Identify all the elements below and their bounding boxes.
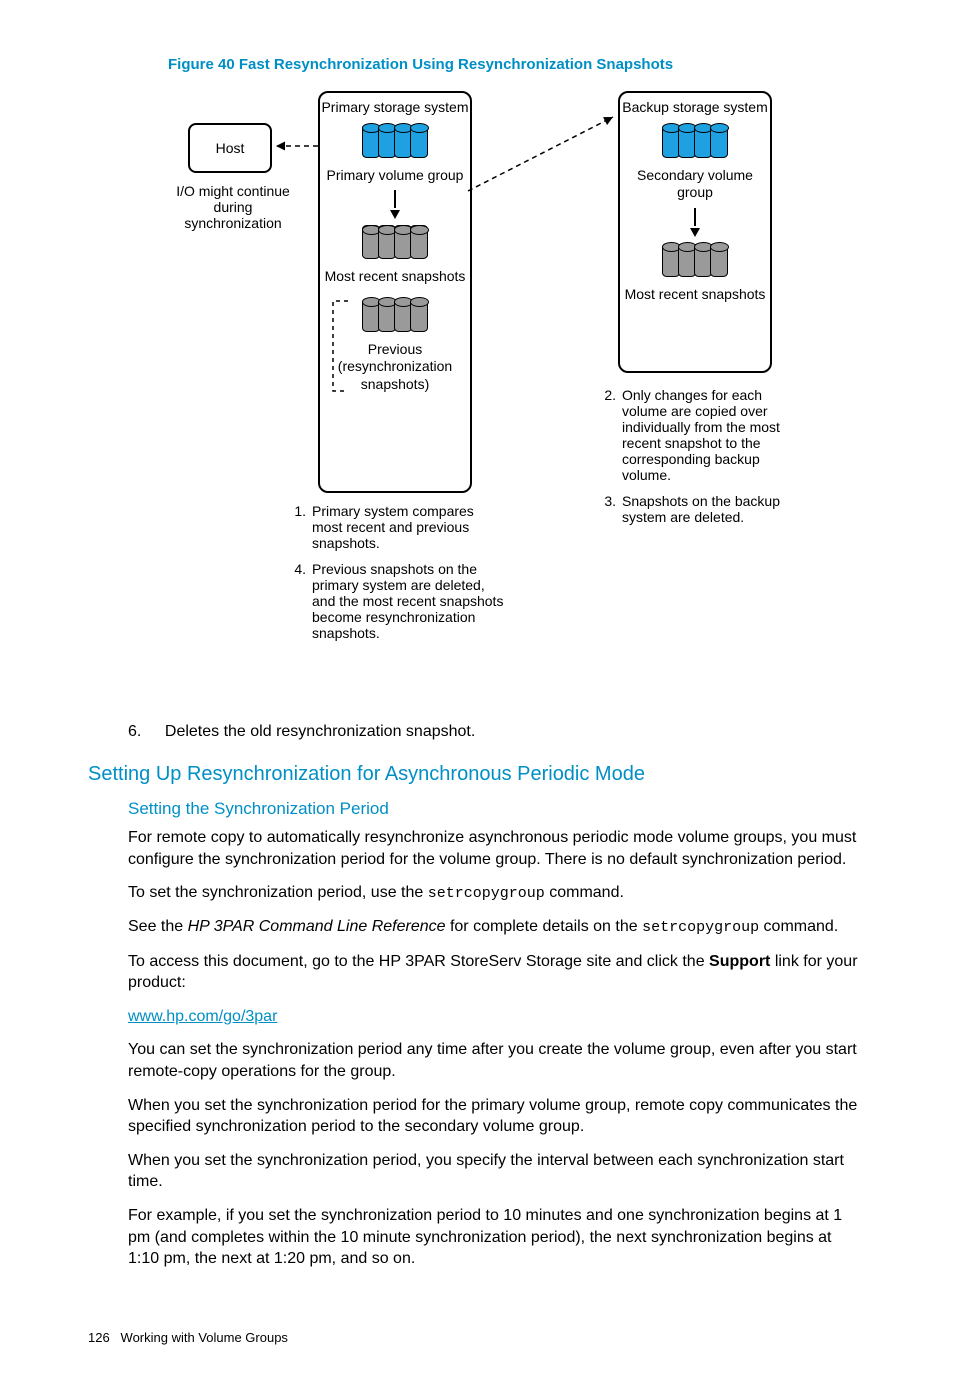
paragraph-5: You can set the synchronization period a…	[128, 1039, 866, 1082]
p2-b: command.	[545, 884, 624, 901]
diagram: Host I/O might continue during synchroni…	[168, 91, 888, 703]
hp-link[interactable]: www.hp.com/go/3par	[128, 1008, 277, 1025]
page-footer: 126 Working with Volume Groups	[88, 1330, 866, 1345]
footer-text: Working with Volume Groups	[121, 1330, 288, 1345]
p3-a: See the	[128, 918, 188, 935]
recent-snapshot-label: Most recent snapshots	[320, 268, 470, 286]
p3-cmd: setrcopygroup	[642, 919, 759, 936]
subsection-heading: Setting the Synchronization Period	[128, 798, 866, 821]
backup-title: Backup storage system	[620, 99, 770, 116]
host-label: Host	[216, 140, 245, 156]
note-3: Snapshots on the backup system are delet…	[622, 493, 808, 525]
secondary-volume-cylinders	[663, 124, 727, 163]
host-box: Host	[188, 123, 272, 173]
page-number: 126	[88, 1330, 110, 1345]
p4-a: To access this document, go to the HP 3P…	[128, 953, 709, 970]
backup-system-box: Backup storage system Secondary volume g…	[618, 91, 772, 373]
previous-snapshot-label: Previous (resynchronization snapshots)	[320, 341, 470, 394]
paragraph-6: When you set the synchronization period …	[128, 1095, 866, 1138]
secondary-volume-label: Secondary volume group	[620, 167, 770, 202]
p3-c: command.	[759, 918, 838, 935]
paragraph-1: For remote copy to automatically resynch…	[128, 827, 866, 870]
p2-cmd: setrcopygroup	[428, 885, 545, 902]
primary-system-box: Primary storage system Primary volume gr…	[318, 91, 472, 493]
p4-bold: Support	[709, 953, 770, 970]
backup-recent-cylinders	[663, 243, 727, 282]
p3-italic: HP 3PAR Command Line Reference	[188, 918, 446, 935]
p2-a: To set the synchronization period, use t…	[128, 884, 428, 901]
notes-right: 2.Only changes for each volume are copie…	[598, 387, 808, 535]
primary-volume-cylinders	[363, 124, 427, 163]
paragraph-4: To access this document, go to the HP 3P…	[128, 951, 866, 994]
paragraph-3: See the HP 3PAR Command Line Reference f…	[128, 916, 866, 938]
recent-snapshot-cylinders	[363, 225, 427, 264]
paragraph-8: For example, if you set the synchronizat…	[128, 1205, 866, 1270]
paragraph-7: When you set the synchronization period,…	[128, 1150, 866, 1193]
numbered-step-6: 6. Deletes the old resynchronization sna…	[128, 723, 866, 741]
previous-snapshot-cylinders	[363, 298, 427, 337]
backup-recent-label: Most recent snapshots	[620, 286, 770, 304]
notes-left: 1.Primary system compares most recent an…	[288, 503, 508, 651]
step-6-text: Deletes the old resynchronization snapsh…	[165, 723, 475, 740]
paragraph-2: To set the synchronization period, use t…	[128, 882, 866, 904]
primary-title: Primary storage system	[320, 99, 470, 116]
figure-title: Figure 40 Fast Resynchronization Using R…	[168, 56, 866, 73]
p3-b: for complete details on the	[446, 918, 643, 935]
note-1: Primary system compares most recent and …	[312, 503, 508, 551]
note-2: Only changes for each volume are copied …	[622, 387, 808, 483]
section-heading: Setting Up Resynchronization for Asynchr…	[88, 761, 866, 788]
host-caption: I/O might continue during synchronizatio…	[168, 183, 298, 231]
note-4: Previous snapshots on the primary system…	[312, 561, 508, 641]
primary-volume-label: Primary volume group	[320, 167, 470, 185]
